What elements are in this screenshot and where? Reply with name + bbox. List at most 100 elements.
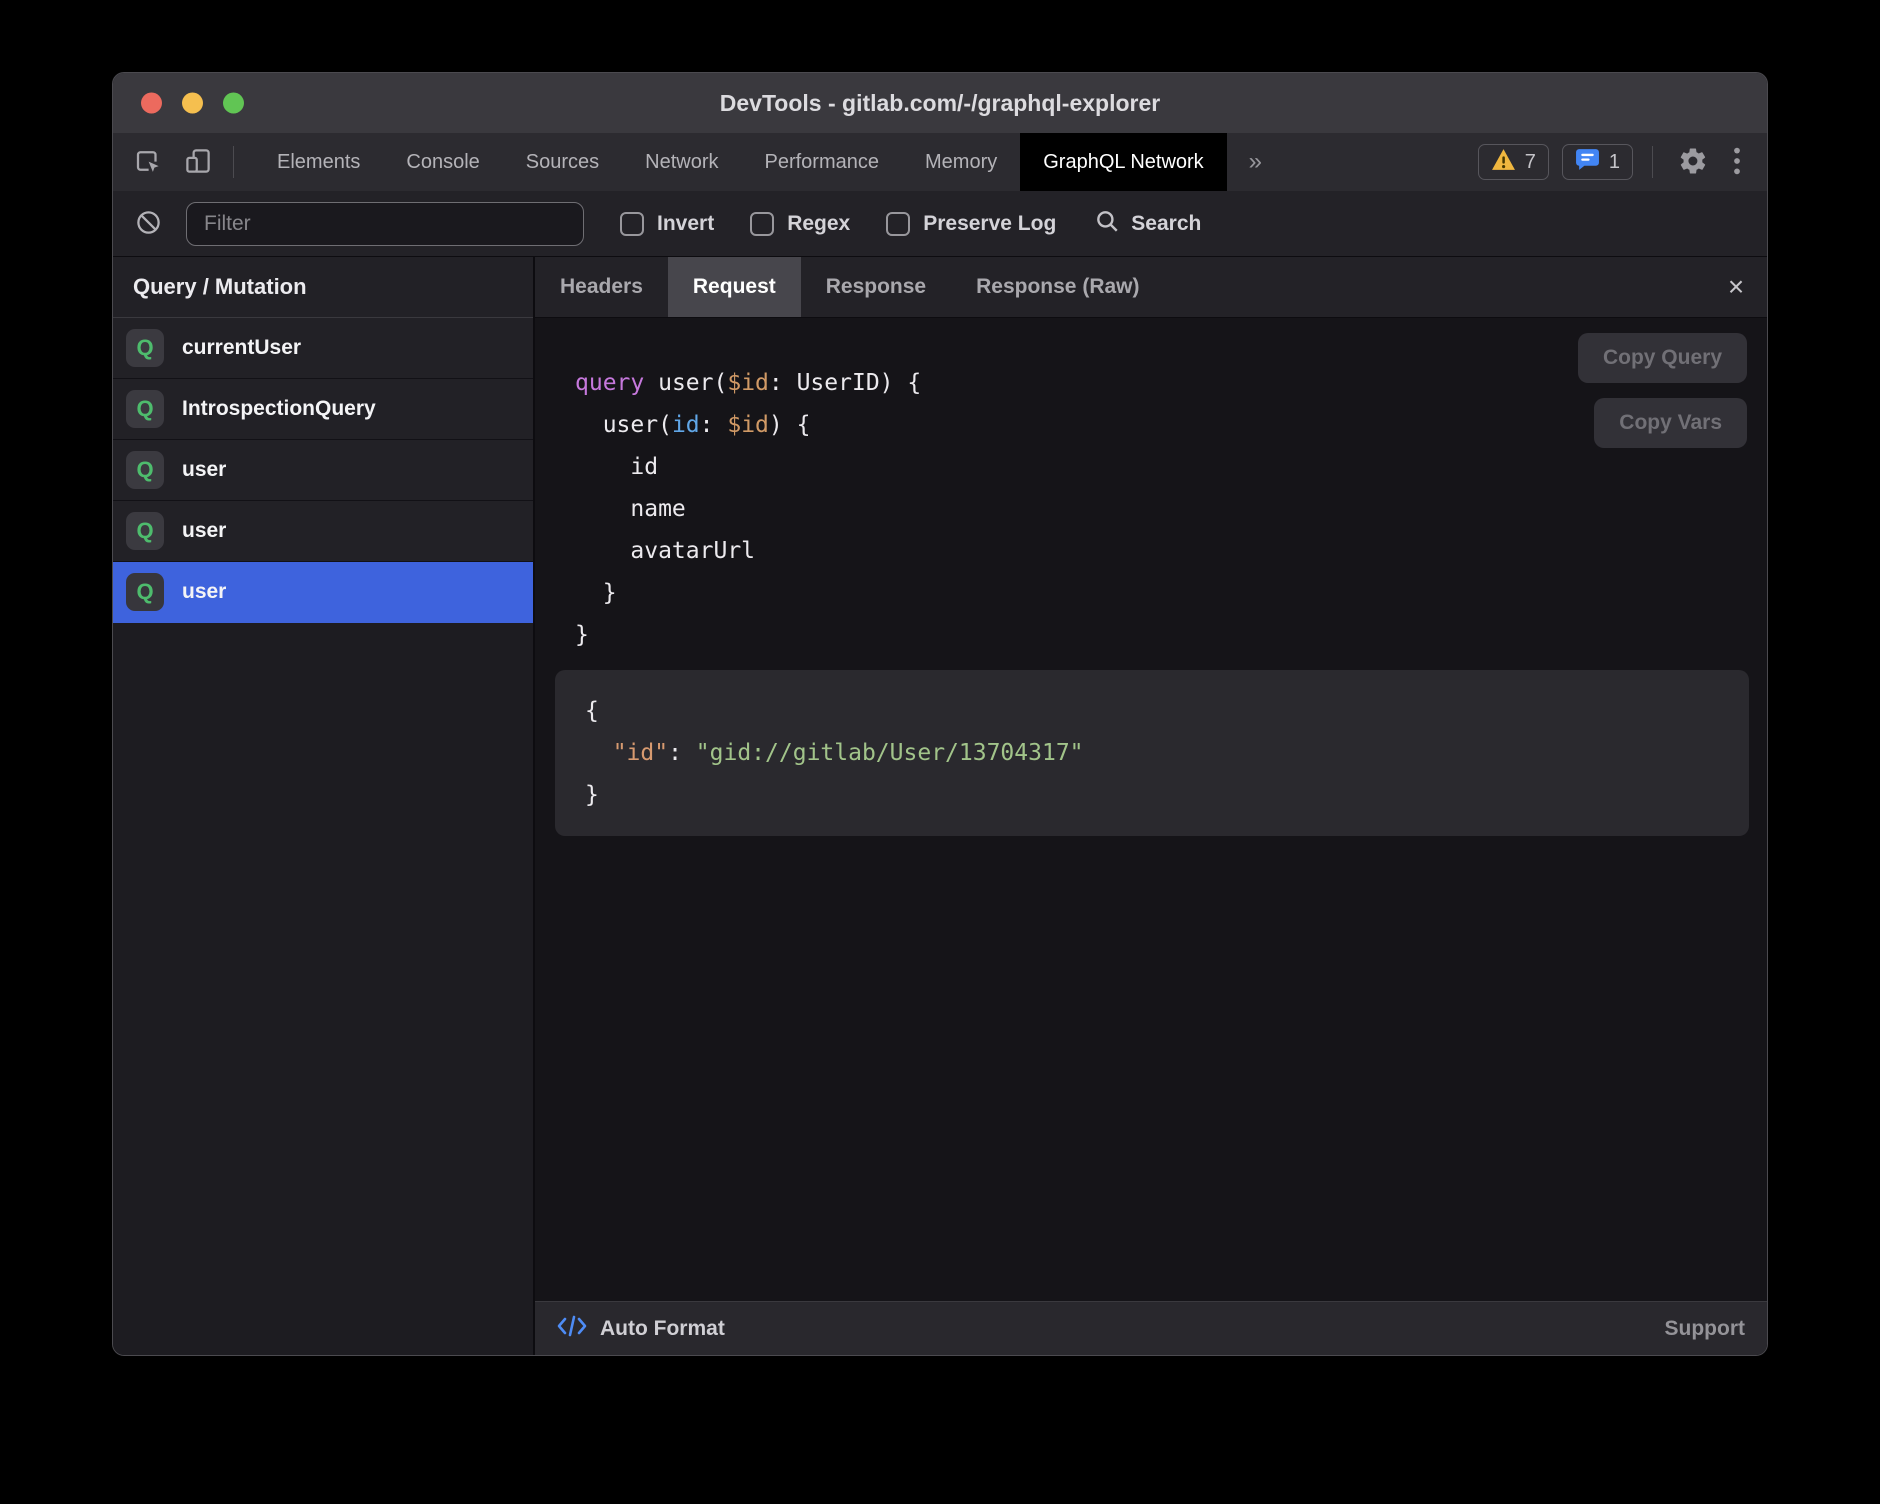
sidebar-item-introspectionquery-1[interactable]: Q IntrospectionQuery	[113, 379, 533, 440]
checkbox-invert[interactable]	[620, 212, 644, 236]
close-detail-button[interactable]: ×	[1705, 257, 1767, 317]
toolbar-tab-label: Sources	[526, 151, 599, 174]
main-split: Query / Mutation Q currentUser Q Introsp…	[113, 257, 1767, 1355]
filter-option-invert: Invert	[620, 212, 714, 236]
code-token-key: "id"	[613, 740, 668, 766]
inspect-cursor-icon	[133, 146, 163, 179]
warnings-badge[interactable]: 7	[1478, 144, 1549, 180]
message-bubble-icon	[1575, 147, 1600, 178]
maximize-window-button[interactable]	[223, 93, 244, 114]
sidebar-item-label: IntrospectionQuery	[182, 397, 376, 421]
query-list-panel: Query / Mutation Q currentUser Q Introsp…	[113, 257, 535, 1355]
issues-badge[interactable]: 1	[1562, 144, 1633, 180]
menu-button[interactable]	[1727, 146, 1747, 179]
checkbox-preserve-log[interactable]	[886, 212, 910, 236]
tab-response-raw[interactable]: Response (Raw)	[951, 257, 1164, 317]
settings-button[interactable]	[1672, 146, 1714, 179]
auto-format-button[interactable]: Auto Format	[600, 1317, 725, 1341]
devtools-window: DevTools - gitlab.com/-/graphql-explorer	[112, 72, 1768, 1356]
tab-request[interactable]: Request	[668, 257, 801, 317]
copy-vars-button[interactable]: Copy Vars	[1594, 398, 1747, 448]
toolbar-tab-label: Console	[406, 151, 479, 174]
search-control[interactable]: Search	[1094, 208, 1201, 239]
search-label: Search	[1131, 212, 1201, 236]
sidebar-item-label: user	[182, 458, 226, 482]
kebab-icon	[1733, 146, 1741, 179]
toolbar-divider	[233, 146, 234, 178]
search-icon	[1094, 208, 1120, 239]
close-icon: ×	[1728, 271, 1744, 303]
code-token-attr: id	[672, 412, 700, 438]
warning-count: 7	[1525, 151, 1536, 174]
code-brackets-icon	[557, 1313, 587, 1344]
inspect-element-button[interactable]	[133, 146, 163, 179]
code-token-pl: user(	[644, 370, 727, 396]
tab-network[interactable]: Network	[622, 133, 741, 191]
toolbar-tab-label: Performance	[765, 151, 880, 174]
clear-requests-button[interactable]	[135, 209, 162, 239]
toolbar-tab-label: Memory	[925, 151, 997, 174]
copy-buttons: Copy Query Copy Vars	[1578, 333, 1747, 448]
minimize-window-button[interactable]	[182, 93, 203, 114]
code-token-pl: name	[575, 496, 686, 522]
window-controls	[141, 93, 244, 114]
code-token-pl: : UserID) {	[769, 370, 921, 396]
checkbox-label: Invert	[657, 212, 714, 236]
device-toolbar-icon	[183, 146, 213, 179]
code-token-pl: }	[575, 622, 589, 648]
code-token-pl: avatarUrl	[575, 538, 755, 564]
panel-tab-strip: Elements Console Sources Network Perform…	[254, 133, 1227, 191]
request-tab-content: query user($id: UserID) { user(id: $id) …	[535, 318, 1767, 1301]
filter-input[interactable]	[186, 202, 584, 246]
query-type-badge: Q	[126, 390, 164, 428]
code-token-pl: ) {	[769, 412, 811, 438]
code-token-pl: }	[575, 580, 617, 606]
tab-graphql-network[interactable]: GraphQL Network	[1020, 133, 1226, 191]
tab-performance[interactable]: Performance	[742, 133, 903, 191]
tab-elements[interactable]: Elements	[254, 133, 383, 191]
code-line: {	[585, 690, 1719, 732]
code-line: }	[575, 614, 921, 656]
tab-headers[interactable]: Headers	[535, 257, 668, 317]
query-type-badge: Q	[126, 573, 164, 611]
sidebar-item-user-4[interactable]: Q user	[113, 562, 533, 623]
code-token-var: $id	[727, 370, 769, 396]
checkbox-label: Preserve Log	[923, 212, 1056, 236]
code-token-pl: id	[575, 454, 658, 480]
more-panels-button[interactable]: »	[1227, 133, 1284, 191]
code-token-str: "gid://gitlab/User/13704317"	[696, 740, 1084, 766]
tab-console[interactable]: Console	[383, 133, 502, 191]
tab-response[interactable]: Response	[801, 257, 951, 317]
tab-memory[interactable]: Memory	[902, 133, 1020, 191]
device-toolbar-button[interactable]	[183, 146, 213, 179]
toolbar-right-group: 7 1	[1478, 133, 1767, 191]
tab-sources[interactable]: Sources	[503, 133, 622, 191]
toolbar-tab-label: GraphQL Network	[1043, 151, 1203, 174]
code-line: id	[575, 446, 921, 488]
gear-icon	[1678, 146, 1708, 179]
sidebar-item-label: currentUser	[182, 336, 301, 360]
checkbox-regex[interactable]	[750, 212, 774, 236]
query-list: Q currentUser Q IntrospectionQuery Q use…	[113, 318, 533, 623]
detail-tab-strip: HeadersRequestResponseResponse (Raw) ×	[535, 257, 1767, 318]
code-token-var: $id	[727, 412, 769, 438]
code-token-pl: }	[585, 782, 599, 808]
code-line: query user($id: UserID) {	[575, 362, 921, 404]
code-line: "id": "gid://gitlab/User/13704317"	[585, 732, 1719, 774]
copy-query-button[interactable]: Copy Query	[1578, 333, 1747, 383]
sidebar-item-label: user	[182, 580, 226, 604]
sidebar-item-user-3[interactable]: Q user	[113, 501, 533, 562]
support-link[interactable]: Support	[1665, 1317, 1745, 1341]
query-type-badge: Q	[126, 512, 164, 550]
devtools-toolbar: Elements Console Sources Network Perform…	[113, 133, 1767, 191]
query-type-badge: Q	[126, 451, 164, 489]
toolbar-divider	[1652, 146, 1653, 178]
code-token-kw: query	[575, 370, 644, 396]
sidebar-item-currentuser-0[interactable]: Q currentUser	[113, 318, 533, 379]
sidebar-item-user-2[interactable]: Q user	[113, 440, 533, 501]
titlebar: DevTools - gitlab.com/-/graphql-explorer	[113, 73, 1767, 133]
code-line: }	[585, 774, 1719, 816]
close-window-button[interactable]	[141, 93, 162, 114]
filter-option-regex: Regex	[750, 212, 850, 236]
query-list-header: Query / Mutation	[113, 257, 533, 318]
